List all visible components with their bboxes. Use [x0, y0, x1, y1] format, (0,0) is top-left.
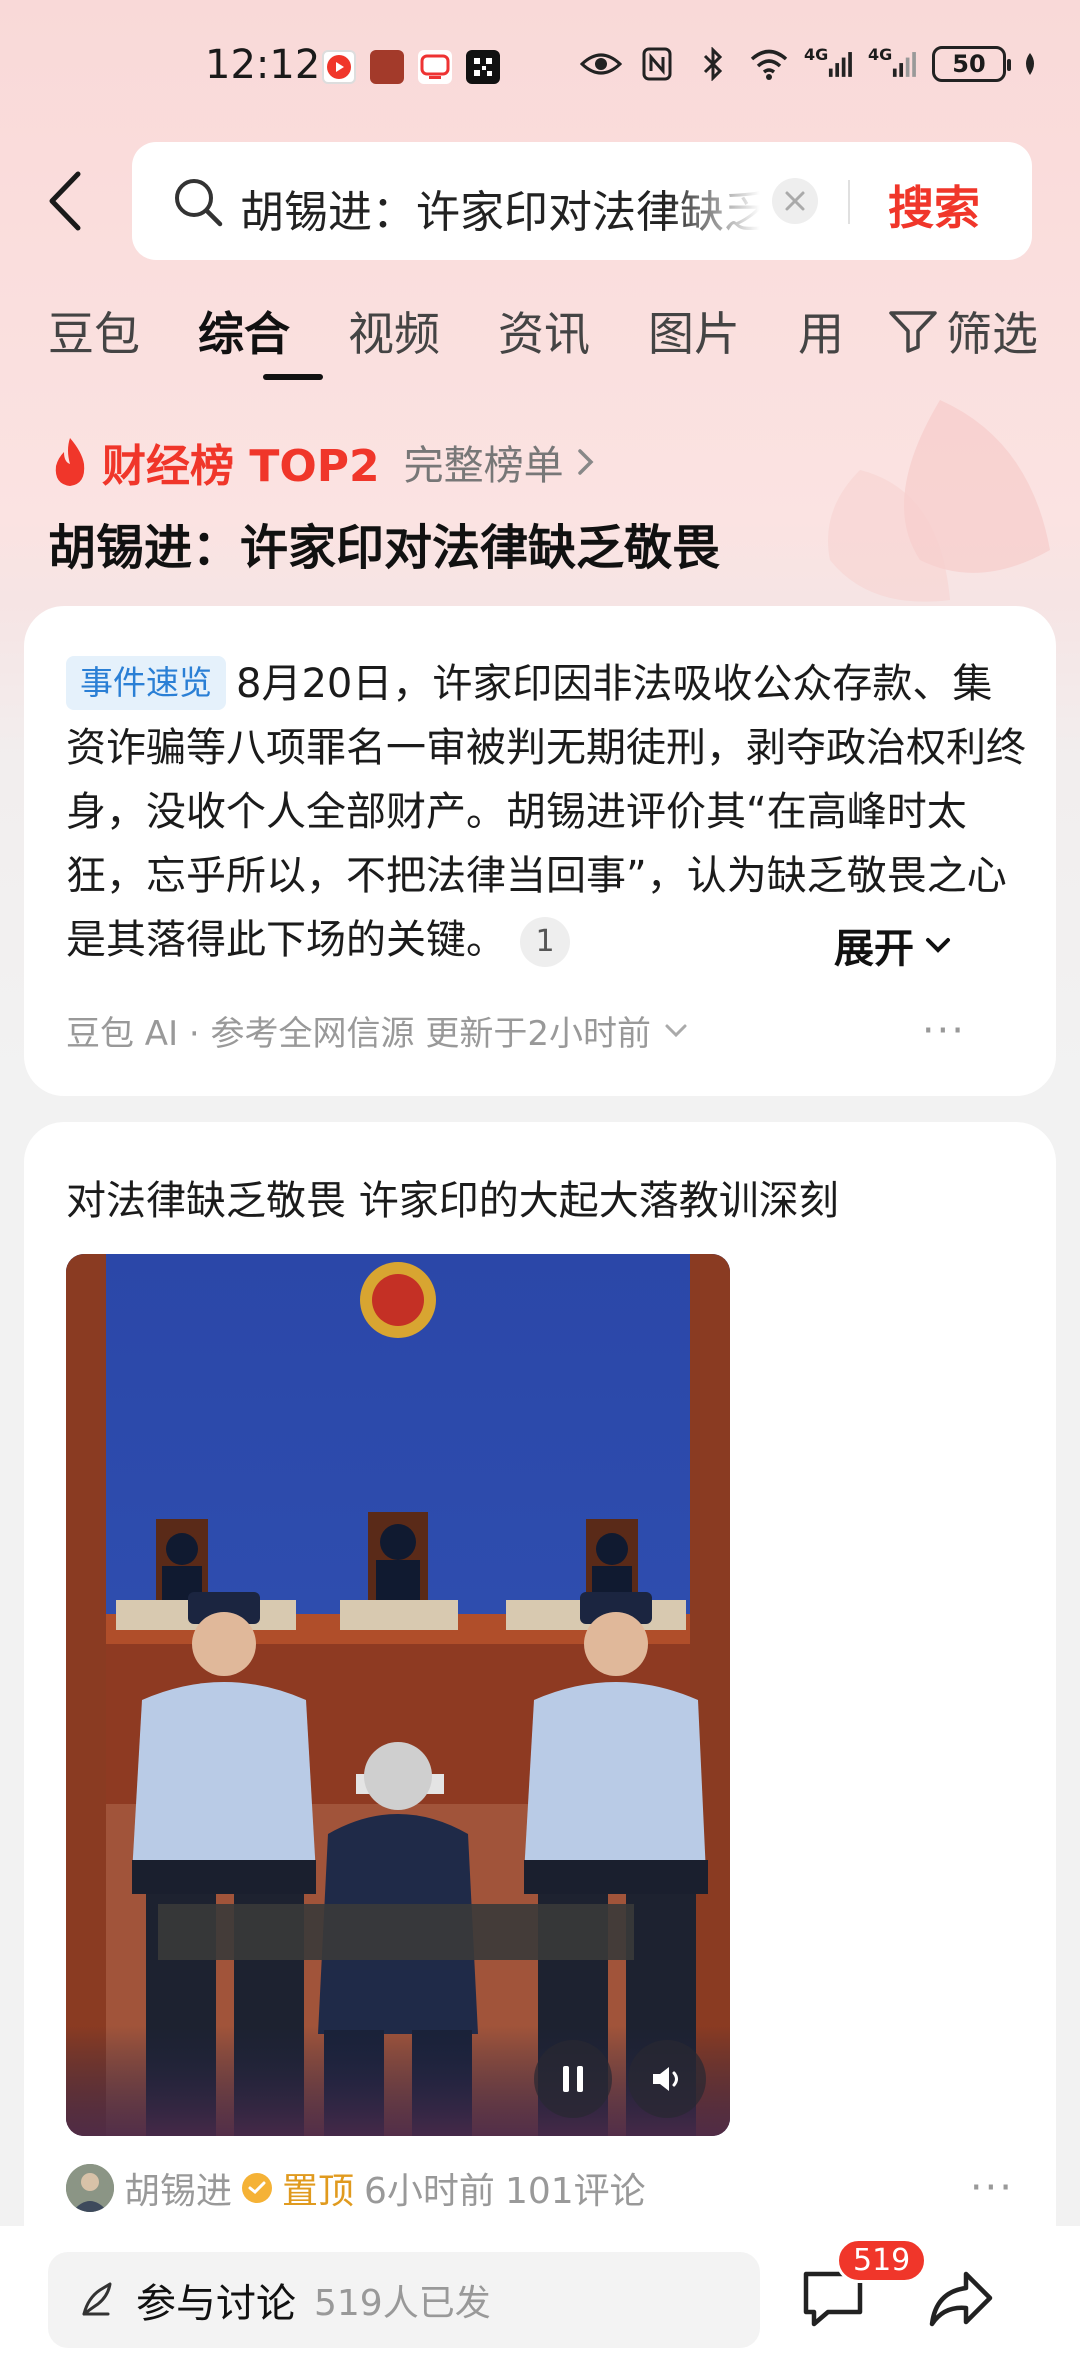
- pen-icon: [82, 2282, 112, 2316]
- decor-background-icon: [828, 400, 1050, 602]
- pinned-badge: 置顶: [282, 2171, 355, 2212]
- courtroom-video-frame: [66, 1254, 730, 2136]
- chevron-down-icon: [926, 938, 950, 953]
- active-tab-indicator: [263, 374, 323, 380]
- notification-icons: [322, 50, 500, 84]
- discussion-input[interactable]: 参与讨论 519人已发: [48, 2252, 760, 2348]
- status-time: 12:12: [205, 42, 321, 88]
- nfc-icon: [636, 46, 678, 82]
- tab-news[interactable]: 资讯: [498, 298, 590, 364]
- tab-users[interactable]: 用: [798, 298, 844, 364]
- more-options-icon[interactable]: ···: [922, 1008, 966, 1054]
- signal-1-icon: 4G: [804, 44, 854, 82]
- tab-doubao[interactable]: 豆包: [48, 298, 140, 364]
- search-button[interactable]: 搜索: [888, 172, 980, 238]
- eye-icon: [580, 46, 622, 82]
- video-title[interactable]: 对法律缺乏敬畏 许家印的大起大落教训深刻: [66, 1168, 839, 1226]
- author-avatar[interactable]: [66, 2164, 114, 2212]
- discussion-label: 参与讨论: [136, 2281, 296, 2327]
- search-divider: [848, 180, 850, 224]
- back-button[interactable]: [42, 168, 92, 234]
- search-tabs: 豆包 综合 视频 资讯 图片 用 筛选: [48, 298, 1038, 388]
- comment-count[interactable]: 101评论: [505, 2162, 646, 2214]
- verified-icon: [242, 2173, 273, 2203]
- bluetooth-icon: [692, 46, 734, 82]
- flame-icon: [55, 438, 85, 486]
- search-bar[interactable]: 胡锡进：许家印对法律缺乏敬畏 搜索: [132, 142, 1032, 260]
- author-name[interactable]: 胡锡进: [124, 2162, 232, 2214]
- tab-images[interactable]: 图片: [648, 298, 740, 364]
- search-input[interactable]: 胡锡进：许家印对法律缺乏敬畏: [240, 176, 760, 240]
- qr-app-icon: [466, 50, 500, 84]
- full-ranking-link[interactable]: 完整榜单: [404, 433, 564, 491]
- volume-icon: [653, 2067, 678, 2091]
- filter-label: 筛选: [946, 307, 1038, 361]
- chevron-right-icon: [577, 449, 594, 475]
- ranking-label: 财经榜 TOP2: [102, 441, 380, 492]
- chevron-down-icon: [665, 1024, 687, 1037]
- share-button[interactable]: [926, 2266, 996, 2332]
- tv-app-icon: [418, 50, 452, 84]
- battery-level: 50: [952, 50, 986, 78]
- discussion-count: 519人已发: [314, 2283, 491, 2324]
- topic-title: 胡锡进：许家印对法律缺乏敬畏: [48, 520, 721, 576]
- expand-label: 展开: [834, 926, 914, 972]
- more-options-icon[interactable]: ···: [970, 2165, 1014, 2211]
- event-badge: 事件速览: [66, 656, 226, 710]
- ai-source-text: 豆包 AI · 参考全网信源 更新于2小时前: [66, 1014, 651, 1054]
- expand-button[interactable]: 展开: [834, 916, 952, 974]
- network-type-2: 4G: [868, 44, 893, 64]
- bottom-action-bar: 参与讨论 519人已发 519: [0, 2226, 1080, 2376]
- search-icon: [175, 179, 223, 227]
- ai-summary-card: 事件速览 8月20日，许家印因非法吸收公众存款、集资诈骗等八项罪名一审被判无期徒刑…: [24, 606, 1056, 1096]
- pause-icon: [563, 2066, 583, 2092]
- filter-icon: [889, 311, 937, 353]
- close-icon: [785, 191, 805, 211]
- ranking-row[interactable]: 财经榜 TOP2 完整榜单: [48, 432, 596, 492]
- back-arrow-icon: [49, 171, 81, 231]
- ai-source-footer[interactable]: 豆包 AI · 参考全网信源 更新于2小时前 ···: [66, 1006, 1014, 1055]
- video-post-meta: 胡锡进 置顶 6小时前 101评论 ···: [66, 2162, 1014, 2214]
- leaf-icon: [1020, 46, 1040, 82]
- battery-indicator: 50: [932, 46, 1011, 82]
- post-time: 6小时前: [364, 2171, 495, 2212]
- wifi-icon: [748, 46, 790, 82]
- video-player[interactable]: [66, 1254, 730, 2136]
- volume-button[interactable]: [628, 2040, 706, 2118]
- tab-general[interactable]: 综合: [198, 298, 290, 364]
- avatar-image-icon: [66, 2164, 114, 2212]
- signal-2-icon: 4G: [868, 44, 918, 82]
- tab-video[interactable]: 视频: [348, 298, 440, 364]
- share-icon: [929, 2271, 993, 2327]
- clear-search-button[interactable]: [772, 178, 818, 224]
- news-app-icon: [370, 50, 404, 84]
- comment-count-badge: 519: [836, 2238, 928, 2283]
- status-bar: 12:12 4G 4G 50: [0, 0, 1080, 135]
- video-app-icon: [322, 50, 356, 84]
- network-type-1: 4G: [804, 44, 829, 64]
- filter-button[interactable]: 筛选: [888, 298, 1038, 364]
- reference-badge[interactable]: 1: [520, 917, 570, 967]
- video-post-card[interactable]: 对法律缺乏敬畏 许家印的大起大落教训深刻 胡锡进 置顶 6小时前 101评论 ·…: [24, 1122, 1056, 2232]
- pause-button[interactable]: [534, 2040, 612, 2118]
